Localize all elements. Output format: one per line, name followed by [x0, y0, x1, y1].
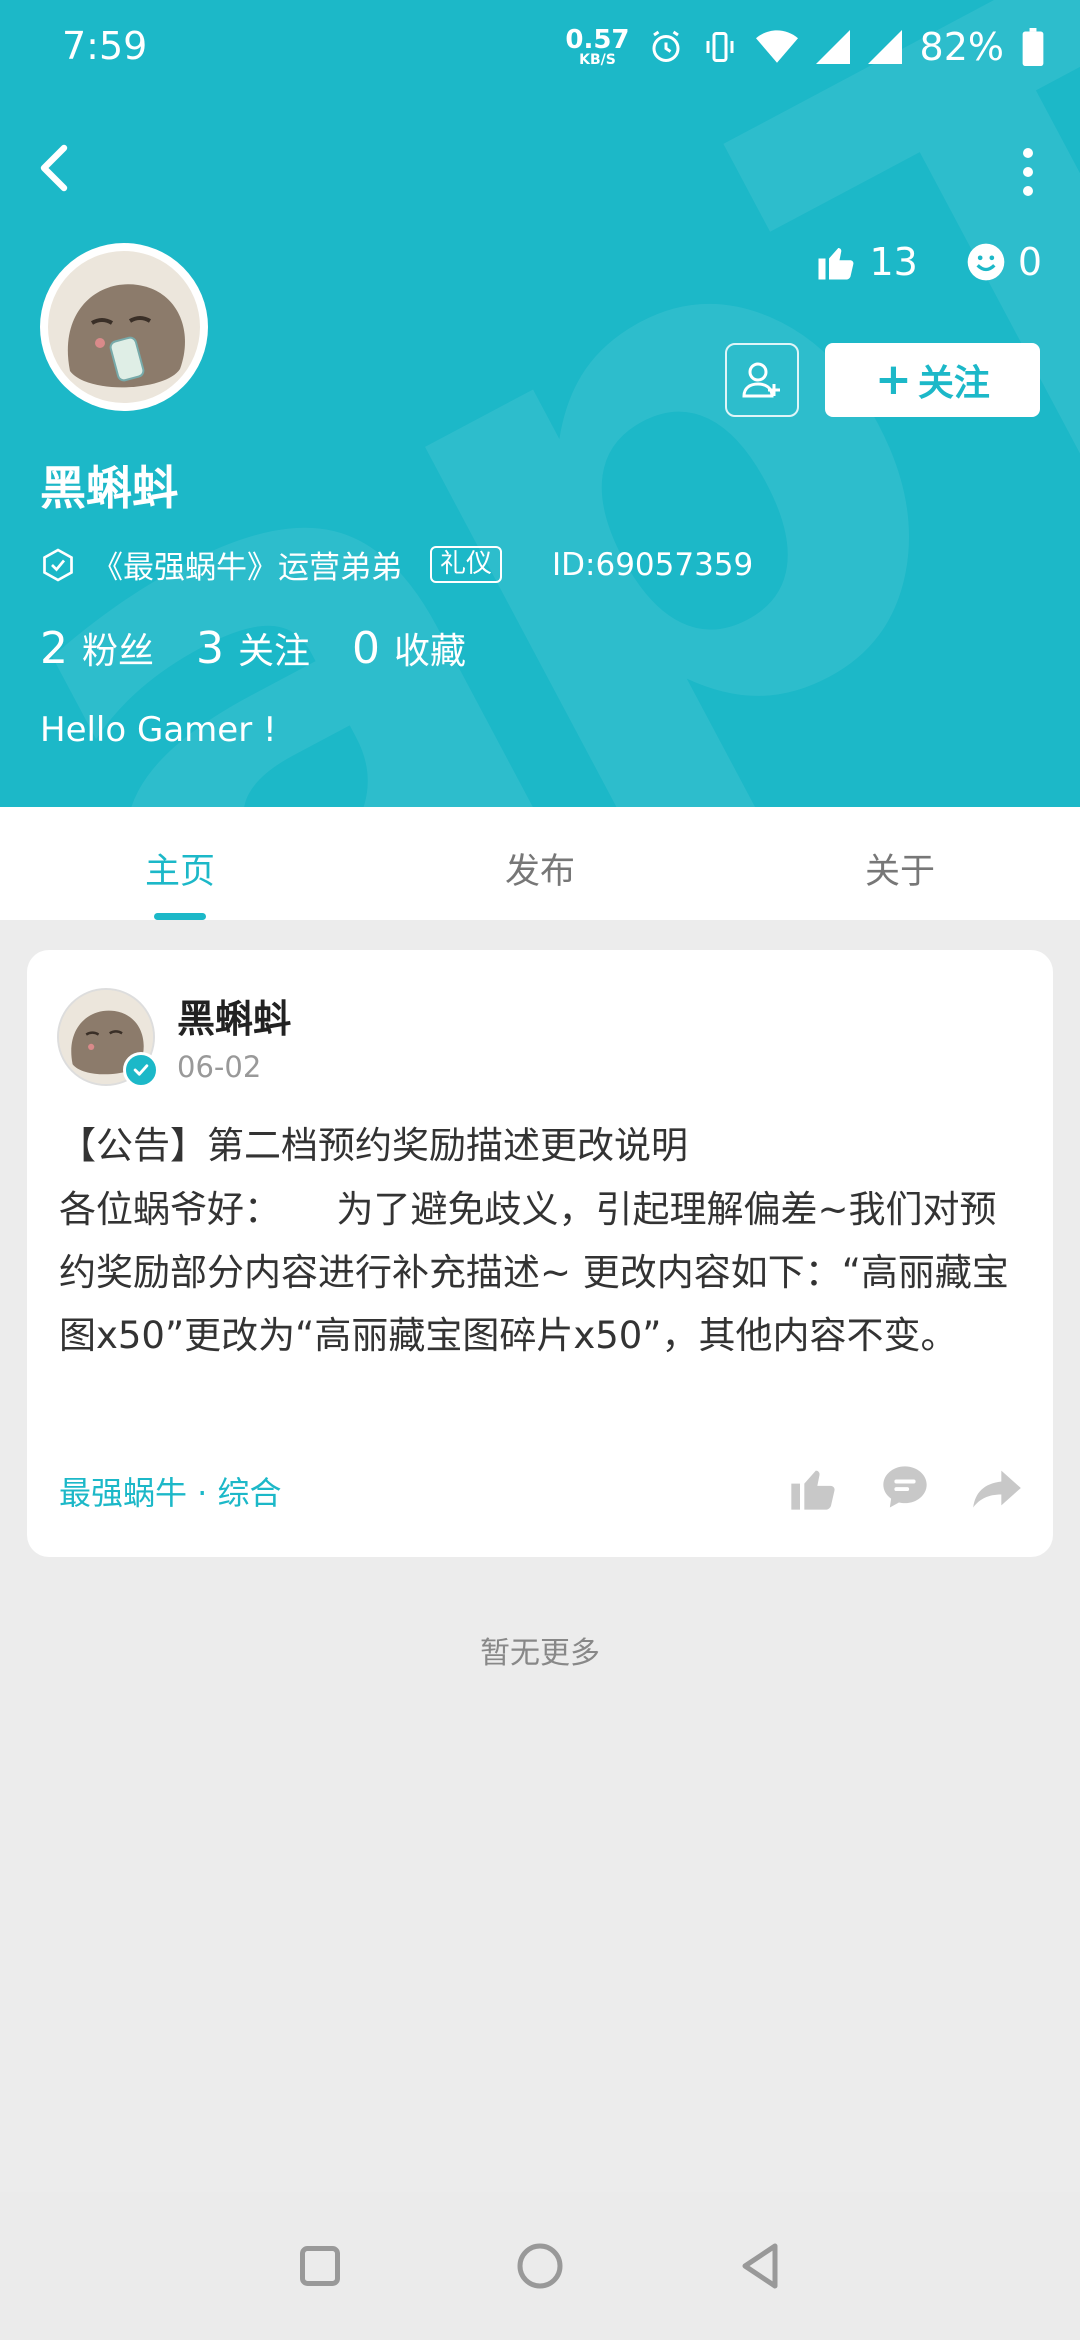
plus-icon: +: [875, 354, 912, 405]
shield-check-icon: [43, 547, 73, 582]
home-button[interactable]: [510, 2236, 570, 2296]
profile-meta: 《最强蜗牛》运营弟弟 礼仪 ID:69057359: [40, 542, 753, 587]
square-icon: [300, 2246, 340, 2286]
following-number: 3: [196, 623, 225, 674]
more-icon-dot: [1023, 186, 1033, 196]
thumb-up-icon[interactable]: [787, 1462, 839, 1514]
post-card[interactable]: 黑蝌蚪 06-02 【公告】第二档预约奖励描述更改说明 各位蜗爷好： 为了避免歧…: [27, 950, 1053, 1557]
comment-icon[interactable]: [879, 1462, 931, 1514]
profile-badge[interactable]: 礼仪: [430, 546, 503, 583]
profile-reactions: 13 0: [815, 240, 1042, 284]
profile-id: ID:69057359: [552, 546, 754, 583]
profile-counts: 2 粉丝 3 关注 0 收藏: [40, 622, 466, 674]
thumb-up-icon: [818, 248, 854, 280]
profile-tabs: 主页 发布 关于: [0, 807, 1080, 920]
triangle-back-icon: [742, 2243, 778, 2289]
smile-icon: [967, 243, 1005, 281]
post-tags[interactable]: 最强蜗牛 · 综合: [59, 1468, 282, 1514]
favorites-label: 收藏: [394, 631, 467, 672]
fans-number: 2: [40, 623, 68, 674]
back-icon: [40, 144, 68, 192]
circle-icon: [517, 2243, 563, 2289]
post-author-avatar[interactable]: [57, 988, 159, 1088]
likes-stat[interactable]: 13: [815, 240, 918, 284]
net-speed: 0.57 KB/S: [565, 27, 629, 67]
net-speed-value: 0.57: [565, 25, 630, 55]
follow-button[interactable]: + 关注: [825, 343, 1040, 417]
likes-count: 13: [869, 240, 918, 284]
add-friend-button[interactable]: [725, 343, 799, 417]
recents-button[interactable]: [290, 2236, 350, 2296]
back-nav-button[interactable]: [730, 2236, 790, 2296]
smiles-count: 0: [1017, 240, 1042, 284]
post-actions: [787, 1462, 1023, 1514]
post-title[interactable]: 【公告】第二档预约奖励描述更改说明: [59, 1115, 688, 1169]
status-bar: 7:59 0.57 KB/S 82%: [0, 0, 1080, 96]
profile-avatar[interactable]: [40, 243, 208, 411]
signal-icon: [815, 30, 850, 64]
share-icon[interactable]: [971, 1462, 1023, 1514]
avatar-image: [48, 251, 200, 403]
fans-count[interactable]: 2 粉丝: [40, 622, 154, 674]
wifi-icon: [755, 30, 798, 63]
favorites-number: 0: [352, 623, 381, 674]
profile-header: apTa 7:59 0.57 KB/S 82% 13 0 + 关注 黑蝌蚪 《最…: [0, 0, 1080, 807]
tab-about[interactable]: 关于: [720, 807, 1080, 920]
profile-name: 黑蝌蚪: [40, 461, 178, 515]
vibrate-icon: [706, 32, 734, 62]
status-icons: 0.57 KB/S 82%: [565, 22, 1044, 72]
favorites-count[interactable]: 0 收藏: [352, 622, 466, 674]
no-more-text: 暂无更多: [480, 1636, 600, 1671]
back-button[interactable]: [36, 140, 86, 200]
profile-bio: Hello Gamer !: [40, 710, 277, 750]
verified-icon: [123, 1052, 159, 1088]
more-button[interactable]: [1000, 140, 1056, 204]
alarm-icon: [652, 30, 680, 62]
signal-icon-2: [867, 30, 902, 64]
battery-icon: [1022, 28, 1044, 66]
add-friend-icon: [742, 362, 780, 398]
more-icon-dot: [1023, 167, 1033, 177]
more-icon-dot: [1023, 148, 1033, 158]
net-speed-unit: KB/S: [579, 52, 616, 68]
post-date: 06-02: [177, 1050, 262, 1084]
smile-stat[interactable]: 0: [966, 240, 1042, 284]
status-time: 7:59: [62, 24, 148, 68]
tab-home[interactable]: 主页: [0, 807, 360, 920]
battery-percent: 82%: [919, 25, 1004, 69]
follow-label: 关注: [917, 363, 990, 404]
fans-label: 粉丝: [82, 631, 155, 672]
post-author-name[interactable]: 黑蝌蚪: [177, 988, 291, 1043]
system-nav-bar: [0, 2192, 1080, 2340]
profile-role: 《最强蜗牛》运营弟弟: [92, 550, 402, 586]
following-count[interactable]: 3 关注: [196, 622, 310, 674]
following-label: 关注: [238, 631, 311, 672]
post-body[interactable]: 各位蜗爷好： 为了避免歧义，引起理解偏差~我们对预约奖励部分内容进行补充描述~ …: [59, 1178, 1029, 1367]
tab-posts[interactable]: 发布: [360, 807, 720, 920]
